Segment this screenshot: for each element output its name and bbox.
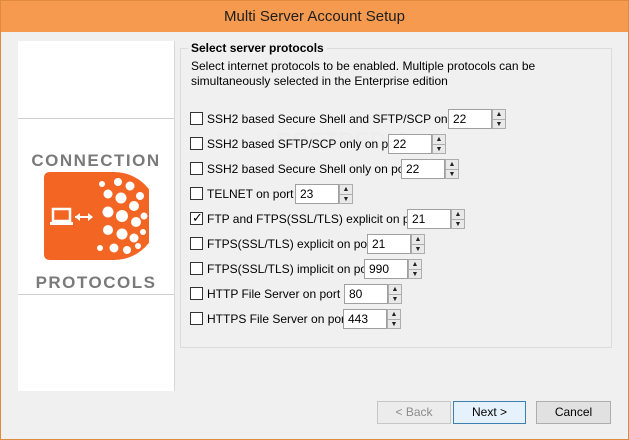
setup-dialog: Multi Server Account Setup CONNECTION PR… — [0, 0, 629, 440]
connection-logo-icon — [44, 172, 149, 260]
protocol-label[interactable]: FTPS(SSL/TLS) explicit on port — [207, 237, 374, 251]
spin-down-button[interactable]: ▼ — [451, 219, 465, 229]
port-input[interactable] — [407, 209, 451, 229]
cancel-button[interactable]: Cancel — [536, 401, 611, 424]
protocol-label[interactable]: FTP and FTPS(SSL/TLS) explicit on port — [207, 212, 424, 226]
port-input[interactable] — [388, 134, 432, 154]
window-title: Multi Server Account Setup — [224, 8, 405, 25]
spin-up-button[interactable]: ▲ — [432, 134, 446, 144]
spin-up-button[interactable]: ▲ — [411, 234, 425, 244]
protocol-label[interactable]: HTTPS File Server on port — [207, 312, 348, 326]
dialog-client-area: CONNECTION PROTOCOLS Select server proto… — [8, 32, 620, 431]
checkbox-http[interactable] — [190, 287, 203, 300]
spin-down-button[interactable]: ▼ — [445, 169, 459, 179]
title-bar[interactable]: Multi Server Account Setup — [1, 1, 628, 32]
spin-down-button[interactable]: ▼ — [408, 269, 422, 279]
spin-up-button[interactable]: ▲ — [451, 209, 465, 219]
port-input[interactable] — [448, 109, 492, 129]
port-input[interactable] — [295, 184, 339, 204]
groupbox-title: Select server protocols — [188, 41, 327, 55]
spin-up-button[interactable]: ▲ — [387, 309, 401, 319]
protocol-label[interactable]: FTPS(SSL/TLS) implicit on port — [207, 262, 374, 276]
spin-down-button[interactable]: ▼ — [432, 144, 446, 154]
spin-down-button[interactable]: ▼ — [411, 244, 425, 254]
checkbox-https[interactable] — [190, 312, 203, 325]
checkbox-ssh2-shell-sftp[interactable] — [190, 112, 203, 125]
protocol-label[interactable]: SSH2 based Secure Shell only on port — [207, 162, 412, 176]
banner-divider-bottom — [18, 294, 174, 295]
checkbox-ssh2-shell[interactable] — [190, 162, 203, 175]
port-input[interactable] — [344, 284, 388, 304]
back-button[interactable]: < Back — [377, 401, 451, 424]
spin-down-button[interactable]: ▼ — [388, 294, 402, 304]
port-input[interactable] — [364, 259, 408, 279]
checkbox-ftp-ftps-explicit[interactable] — [190, 210, 203, 226]
checkbox-ftps-implicit[interactable] — [190, 262, 203, 275]
next-button[interactable]: Next > — [453, 401, 526, 424]
groupbox-description: Select internet protocols to be enabled.… — [191, 59, 536, 88]
spin-up-button[interactable]: ▲ — [492, 109, 506, 119]
spin-up-button[interactable]: ▲ — [445, 159, 459, 169]
spin-up-button[interactable]: ▲ — [339, 184, 353, 194]
banner-divider-top — [18, 118, 174, 119]
spin-down-button[interactable]: ▼ — [492, 119, 506, 129]
protocol-label[interactable]: SSH2 based SFTP/SCP only on port — [207, 137, 402, 151]
protocol-label[interactable]: SSH2 based Secure Shell and SFTP/SCP on … — [207, 112, 472, 126]
spin-down-button[interactable]: ▼ — [387, 319, 401, 329]
spin-up-button[interactable]: ▲ — [388, 284, 402, 294]
checkbox-ftps-explicit[interactable] — [190, 237, 203, 250]
spin-up-button[interactable]: ▲ — [408, 259, 422, 269]
checkbox-sftp-scp[interactable] — [190, 137, 203, 150]
protocol-label[interactable]: TELNET on port — [207, 187, 293, 201]
logo-text-bottom: PROTOCOLS — [35, 273, 157, 292]
logo-text-top: CONNECTION — [31, 151, 161, 170]
port-input[interactable] — [401, 159, 445, 179]
checkbox-telnet[interactable] — [190, 187, 203, 200]
spin-down-button[interactable]: ▼ — [339, 194, 353, 204]
port-input[interactable] — [343, 309, 387, 329]
banner-panel: CONNECTION PROTOCOLS — [18, 41, 175, 391]
port-input[interactable] — [367, 234, 411, 254]
protocol-label[interactable]: HTTP File Server on port — [207, 287, 340, 301]
